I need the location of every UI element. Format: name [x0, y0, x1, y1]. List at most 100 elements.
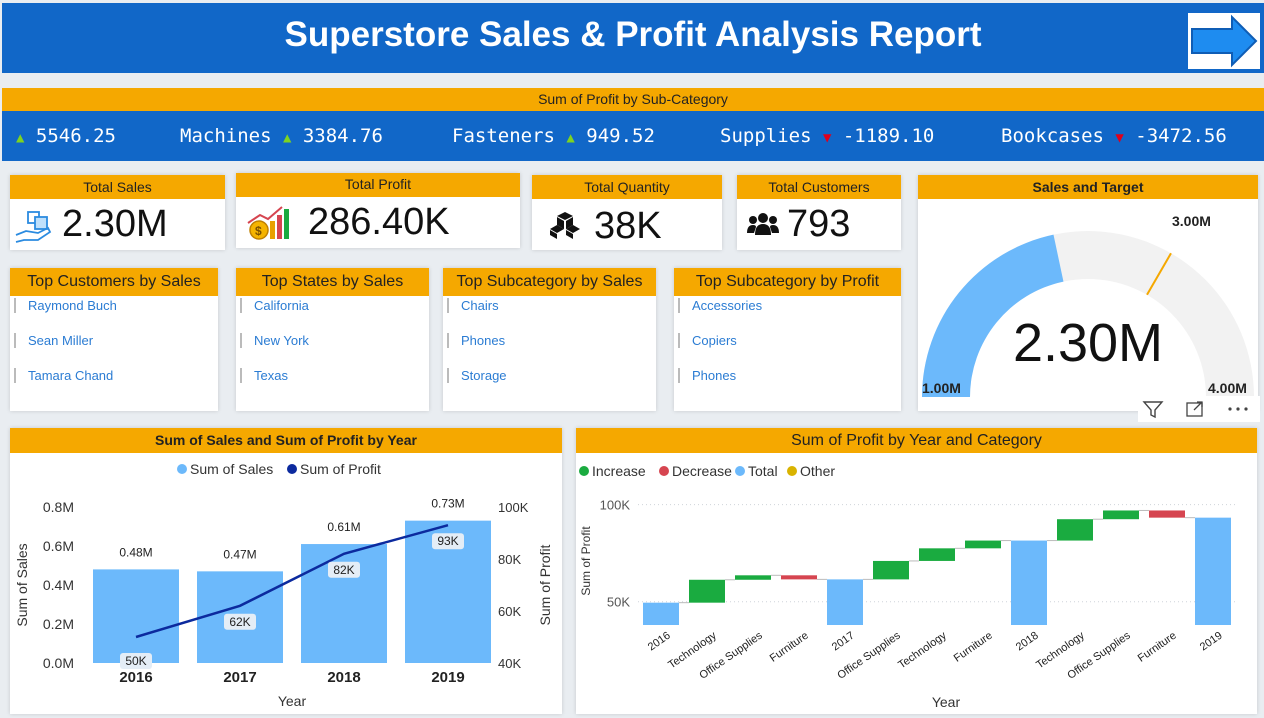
kpi-value: 286.40K: [308, 201, 450, 243]
waterfall-bar[interactable]: [781, 575, 817, 580]
legend-label[interactable]: Increase: [592, 463, 646, 479]
next-page-button[interactable]: [1188, 13, 1260, 69]
up-arrow-icon: ▲: [282, 130, 292, 146]
x-tick-label: Furniture: [768, 630, 811, 665]
legend-swatch: [579, 466, 589, 476]
waterfall-bar[interactable]: [873, 560, 909, 580]
list-item[interactable]: Phones: [447, 333, 505, 348]
waterfall-bar[interactable]: [1195, 517, 1231, 625]
kpi-label: Total Customers: [737, 175, 901, 199]
list-title: Top States by Sales: [236, 268, 429, 296]
legend-swatch: [287, 464, 297, 474]
x-tick-label: 2017: [223, 669, 256, 686]
profit-label-text: 62K: [229, 615, 250, 629]
sales-hand-icon: [15, 211, 52, 243]
list-title: Top Subcategory by Sales: [443, 268, 656, 296]
list-item[interactable]: Chairs: [447, 298, 499, 313]
waterfall-bar[interactable]: [735, 575, 771, 580]
top-subcategory-sales-card: Top Subcategory by Sales Chairs Phones S…: [443, 268, 656, 411]
profit-data-label: 50K: [120, 653, 152, 669]
kpi-total-customers: Total Customers 793: [737, 175, 901, 250]
waterfall-bar[interactable]: [919, 548, 955, 561]
legend-swatch: [659, 466, 669, 476]
users-icon: [747, 213, 779, 235]
list-item[interactable]: Raymond Buch: [14, 298, 117, 313]
ticker-name: Bookcases: [1001, 125, 1104, 147]
filter-icon[interactable]: [1142, 399, 1164, 419]
focus-mode-icon[interactable]: [1184, 399, 1206, 419]
report-header: Superstore Sales & Profit Analysis Repor…: [2, 3, 1264, 73]
ticker-item: Fasteners ▲ 949.52: [452, 111, 655, 161]
list-item[interactable]: Sean Miller: [14, 333, 93, 348]
list-title: Top Subcategory by Profit: [674, 268, 901, 296]
y-axis-title: Sum of Sales: [14, 543, 30, 626]
waterfall-bar[interactable]: [827, 579, 863, 625]
waterfall-bar[interactable]: [1149, 510, 1185, 518]
gauge-value-label: 2.30M: [1013, 313, 1163, 373]
ticker-item: Machines ▲ 3384.76: [180, 111, 383, 161]
sales-data-label: 0.48M: [119, 545, 152, 559]
list-item[interactable]: Phones: [678, 368, 736, 383]
more-options-icon[interactable]: [1224, 399, 1252, 419]
profit-label-text: 93K: [437, 534, 458, 548]
sales-data-label: 0.61M: [327, 520, 360, 534]
waterfall-bar[interactable]: [689, 579, 725, 603]
kpi-total-sales: Total Sales 2.30M: [10, 175, 225, 250]
list-item[interactable]: Storage: [447, 368, 507, 383]
sales-data-label: 0.73M: [431, 497, 464, 511]
kpi-value: 38K: [594, 205, 662, 247]
gauge-title: Sales and Target: [918, 175, 1258, 199]
legend-swatch: [177, 464, 187, 474]
profit-chart-icon: $: [247, 206, 289, 240]
ticker-item: Supplies ▼ -1189.10: [720, 111, 934, 161]
legend-label[interactable]: Total: [748, 463, 778, 479]
legend-label[interactable]: Other: [800, 463, 835, 479]
gauge-max-label: 4.00M: [1208, 380, 1247, 396]
waterfall-bar[interactable]: [1011, 540, 1047, 625]
kpi-total-quantity: Total Quantity 38K: [532, 175, 722, 250]
combo-chart: Sum of Sales Sum of Profit 0.0M 0.2M 0.4M 0.6…: [14, 461, 553, 709]
ticker-item: ▲ 5546.25: [16, 111, 116, 161]
list-item[interactable]: Copiers: [678, 333, 737, 348]
ticker-value: 5546.25: [35, 125, 116, 147]
list-item[interactable]: Accessories: [678, 298, 762, 313]
gauge-card: Sales and Target 3.00M 2.30M 1.00M 4.00M: [918, 175, 1258, 411]
profit-data-label: 93K: [432, 533, 464, 550]
waterfall-bar[interactable]: [1103, 510, 1139, 520]
sales-bar[interactable]: [93, 569, 179, 663]
waterfall-chart: Increase Decrease Total Other 50K 100K Sum of …: [579, 463, 1236, 710]
x-axis-title: Year: [932, 694, 961, 710]
top-states-card: Top States by Sales California New York …: [236, 268, 429, 411]
profit-line[interactable]: [135, 523, 449, 639]
list-item[interactable]: California: [240, 298, 309, 313]
list-item[interactable]: Texas: [240, 368, 288, 383]
y-tick-label: 100K: [600, 498, 631, 513]
waterfall-bar[interactable]: [643, 602, 679, 625]
y2-tick-label: 40K: [498, 656, 521, 671]
y-tick-label: 50K: [607, 595, 630, 610]
x-tick-label: 2016: [646, 630, 673, 654]
profit-data-label: 82K: [328, 561, 360, 578]
legend-label[interactable]: Sum of Profit: [300, 461, 381, 477]
ticker-name: Fasteners: [452, 125, 555, 147]
y-tick-label: 0.0M: [43, 655, 74, 671]
chart-legend: Increase Decrease Total Other: [579, 463, 835, 479]
x-axis-title: Year: [278, 693, 307, 709]
y-tick-label: 0.4M: [43, 577, 74, 593]
kpi-label: Total Quantity: [532, 175, 722, 199]
list-item[interactable]: Tamara Chand: [14, 368, 113, 383]
ticker-value: -3472.56: [1135, 125, 1227, 147]
chart-title: Sum of Profit by Year and Category: [576, 428, 1257, 453]
top-customers-card: Top Customers by Sales Raymond Buch Sean…: [10, 268, 218, 411]
kpi-label: Total Profit: [236, 173, 520, 197]
list-item[interactable]: New York: [240, 333, 309, 348]
legend-label[interactable]: Decrease: [672, 463, 732, 479]
gauge-min-label: 1.00M: [922, 380, 961, 396]
report-title: Superstore Sales & Profit Analysis Repor…: [284, 15, 982, 54]
legend-label[interactable]: Sum of Sales: [190, 461, 273, 477]
arrow-right-icon: [1188, 13, 1260, 69]
waterfall-bar[interactable]: [965, 540, 1001, 549]
waterfall-bar[interactable]: [1057, 519, 1093, 541]
profit-waterfall-card: Sum of Profit by Year and Category Incre…: [576, 428, 1257, 714]
x-tick-label: Furniture: [1136, 630, 1179, 665]
